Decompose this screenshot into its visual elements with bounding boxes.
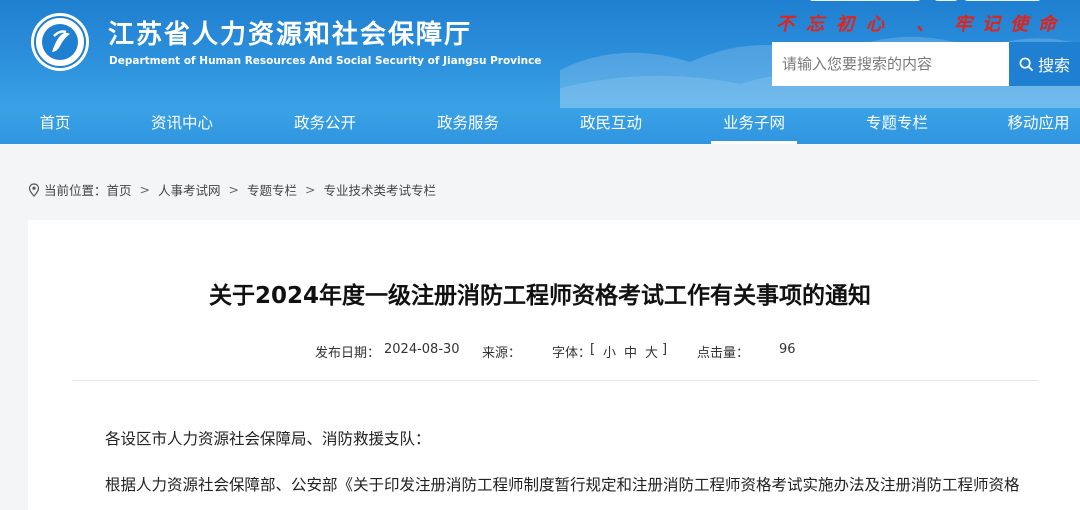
slogan-char: 心 xyxy=(866,14,884,35)
breadcrumb-separator: > xyxy=(305,182,316,197)
nav-item-gov-affairs-open[interactable]: 政务公开 xyxy=(282,108,368,144)
site-header: 江苏省人力资源和社会保障厅 Department of Human Resour… xyxy=(0,0,1080,108)
font-size-small-link[interactable]: 小 xyxy=(603,342,616,361)
nav-item-mobile-apps[interactable]: 移动应用 xyxy=(997,108,1080,144)
top-link[interactable] xyxy=(935,0,957,1)
top-link[interactable] xyxy=(810,0,920,1)
main-nav: 首页 资讯中心 政务公开 政务服务 政民互动 业务子网 专题专栏 移动应用 xyxy=(0,108,1080,144)
slogan-char: 命 xyxy=(1038,14,1056,35)
logo-emblem-icon xyxy=(31,13,89,71)
slogan-char: 忘 xyxy=(806,14,824,35)
font-size-bracket-close: ] xyxy=(662,342,668,357)
slogan-char: 、 xyxy=(916,14,934,35)
breadcrumb: 当前位置： 首页 > 人事考试网 > 专题专栏 > 专业技术类考试专栏 xyxy=(28,180,436,199)
view-count: 96 xyxy=(779,342,796,357)
font-size-label: 字体： xyxy=(552,346,592,361)
slogan-char: 记 xyxy=(982,14,1000,35)
site-title: 江苏省人力资源和社会保障厅 xyxy=(108,20,473,50)
nav-item-special-topics[interactable]: 专题专栏 xyxy=(854,108,940,144)
meta-divider xyxy=(72,380,1038,381)
slogan-char: 使 xyxy=(1010,14,1028,35)
breadcrumb-separator: > xyxy=(228,182,240,197)
site-title-english: Department of Human Resources And Social… xyxy=(109,55,542,67)
location-pin-icon xyxy=(28,182,40,197)
search-button-label: 搜索 xyxy=(1037,56,1070,75)
view-count-label: 点击量： xyxy=(697,346,750,361)
slogan-char: 不 xyxy=(776,14,794,35)
nav-item-gov-services[interactable]: 政务服务 xyxy=(425,108,511,144)
article-paragraph: 各设区市人力资源社会保障局、消防救援支队： xyxy=(105,430,431,448)
slogan-char: 初 xyxy=(836,14,854,35)
breadcrumb-separator: > xyxy=(139,182,151,197)
article-panel xyxy=(28,220,1080,510)
breadcrumb-link-exam-site[interactable]: 人事考试网 xyxy=(158,180,221,199)
publish-date-label: 发布日期： xyxy=(315,346,381,361)
nav-item-news[interactable]: 资讯中心 xyxy=(139,108,225,144)
slogan: 不忘初心 、牢记使命 xyxy=(776,10,1064,36)
breadcrumb-link-home[interactable]: 首页 xyxy=(107,180,132,199)
breadcrumb-prefix: 当前位置： xyxy=(44,183,107,198)
nav-item-home[interactable]: 首页 xyxy=(20,108,90,144)
source-label: 来源： xyxy=(482,346,522,361)
font-size-bracket-open: [ xyxy=(590,342,596,357)
breadcrumb-link-special-topics[interactable]: 专题专栏 xyxy=(247,180,297,199)
search-input[interactable] xyxy=(772,42,1010,86)
search-icon xyxy=(1019,57,1034,71)
breadcrumb-link-professional-exams[interactable]: 专业技术类考试专栏 xyxy=(324,180,437,199)
nav-item-interaction[interactable]: 政民互动 xyxy=(568,108,654,144)
publish-date: 2024-08-30 xyxy=(384,342,460,357)
article-title: 关于2024年度一级注册消防工程师资格考试工作有关事项的通知 xyxy=(208,283,871,309)
site-logo[interactable] xyxy=(30,12,90,72)
nav-item-business-subnet[interactable]: 业务子网 xyxy=(711,108,797,144)
font-size-large-link[interactable]: 大 xyxy=(645,342,658,361)
top-utility-links xyxy=(770,0,1070,4)
top-link[interactable] xyxy=(965,0,1040,1)
font-size-medium-link[interactable]: 中 xyxy=(624,342,637,361)
article-paragraph: 根据人力资源社会保障部、公安部《关于印发注册消防工程师制度暂行规定和注册消防工程… xyxy=(105,476,1020,494)
slogan-char: 牢 xyxy=(954,14,972,35)
search-button[interactable]: 搜索 xyxy=(1009,42,1080,86)
